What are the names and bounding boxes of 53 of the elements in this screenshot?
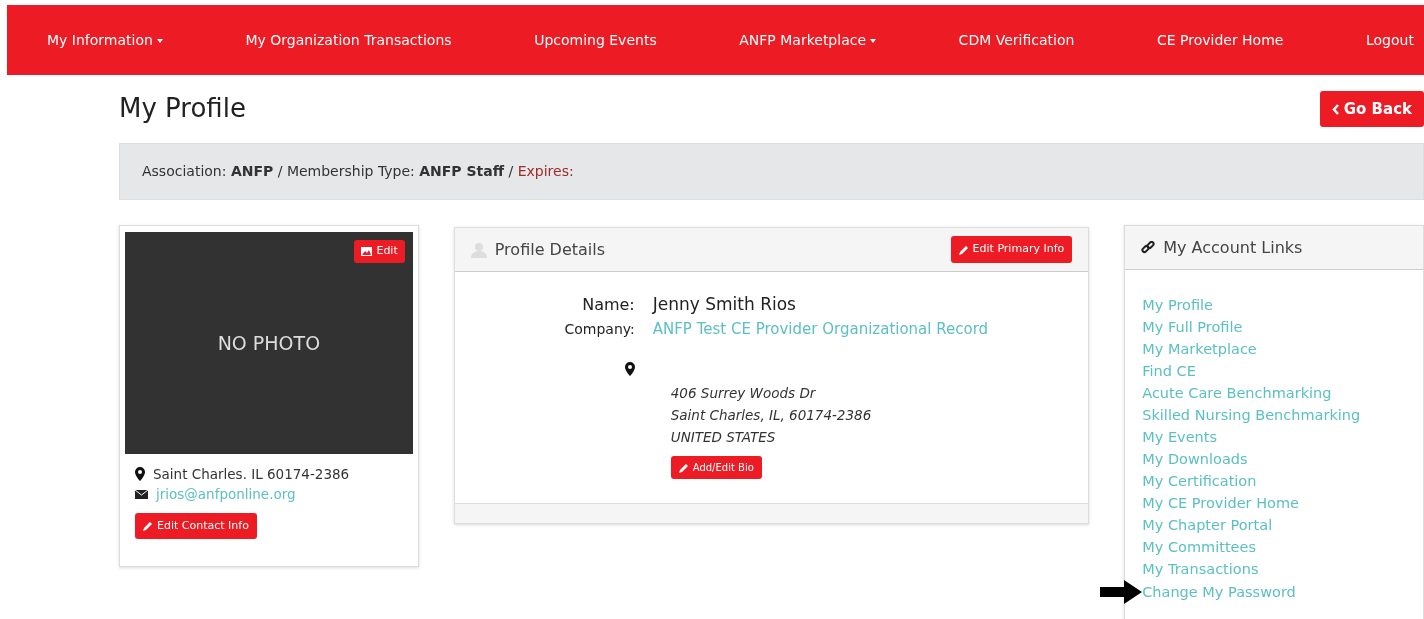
account-link[interactable]: My Transactions [1142, 558, 1406, 580]
arrow-icon [1100, 580, 1143, 604]
address-line: 406 Surrey Woods Dr [670, 384, 817, 404]
pencil-icon [958, 244, 969, 255]
account-link[interactable]: Acute Care Benchmarking [1142, 382, 1406, 404]
edit-primary-info-button[interactable]: Edit Primary Info [950, 236, 1073, 263]
account-link[interactable]: My Events [1142, 426, 1406, 448]
account-link[interactable]: My CE Provider Home [1142, 492, 1406, 514]
address-line: UNITED STATES [670, 428, 777, 448]
panel-title: My Account Links [1163, 236, 1303, 259]
user-icon [470, 241, 487, 258]
nav-link[interactable]: My Information [47, 29, 163, 51]
membership-info: Association: ANFP / Membership Type: ANFP Staff / Expires: [142, 162, 575, 181]
account-link[interactable]: Change My Password [1142, 581, 1296, 603]
nav-link[interactable]: Logout [1366, 29, 1414, 51]
address-line: Saint Charles, IL, 60174-2386 [670, 406, 873, 426]
account-link[interactable]: My Downloads [1142, 448, 1406, 470]
account-link[interactable]: My Profile [1142, 294, 1406, 316]
location-icon [624, 362, 635, 376]
panel-title: Profile Details [494, 238, 606, 261]
image-icon [361, 246, 373, 256]
caret-icon [870, 38, 877, 43]
caret-icon [156, 38, 163, 43]
location-icon [135, 467, 145, 482]
pencil-icon [143, 520, 153, 531]
account-link[interactable]: My Full Profile [1142, 316, 1406, 338]
page-title: My Profile [119, 93, 246, 125]
email-link[interactable]: jrios@anfponline.org [156, 484, 296, 505]
account-link[interactable]: My Certification [1142, 470, 1406, 492]
nav-link[interactable]: My Organization Transactions [245, 29, 452, 51]
edit-contact-info-button[interactable]: Edit Contact Info [135, 512, 257, 539]
pencil-icon [678, 462, 689, 473]
company-link[interactable]: ANFP Test CE Provider Organizational Record [652, 317, 989, 340]
no-photo-text: NO PHOTO [217, 330, 321, 356]
nav-link[interactable]: Upcoming Events [534, 29, 657, 51]
account-link[interactable]: Skilled Nursing Benchmarking [1142, 404, 1406, 426]
account-link[interactable]: My Marketplace [1142, 338, 1406, 360]
name-value: Jenny Smith Rios [652, 293, 796, 316]
nav-link[interactable]: CE Provider Home [1156, 29, 1284, 51]
field-label: Company: [563, 319, 636, 339]
envelope-icon [135, 489, 148, 499]
chevron-left-icon [1331, 103, 1340, 115]
add-edit-bio-button[interactable]: Add/Edit Bio [670, 456, 762, 480]
account-link[interactable]: Find CE [1142, 360, 1406, 382]
nav-link[interactable]: ANFP Marketplace [739, 29, 877, 51]
location-text: Saint Charles. IL 60174-2386 [153, 465, 350, 484]
field-label: Name: [581, 294, 636, 316]
nav-link[interactable]: CDM Verification [958, 29, 1075, 51]
go-back-button[interactable]: Go Back [1319, 90, 1424, 128]
link-icon [1141, 240, 1156, 255]
account-link[interactable]: My Committees [1142, 536, 1406, 558]
edit-photo-button[interactable]: Edit [354, 240, 405, 263]
account-link[interactable]: My Chapter Portal [1142, 514, 1406, 536]
